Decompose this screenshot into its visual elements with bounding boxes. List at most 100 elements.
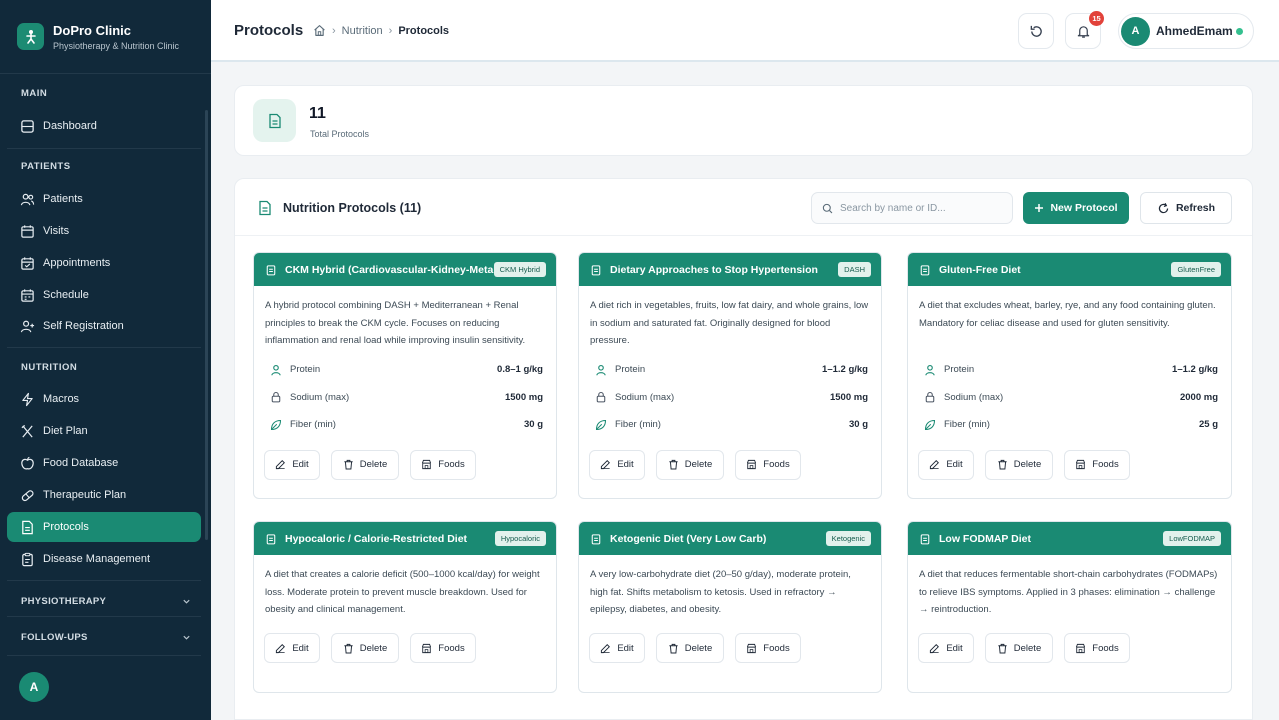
foods-button[interactable]: Foods [1064, 633, 1130, 663]
plus-icon [1035, 204, 1044, 212]
sidebar-item-label: Protocols [43, 521, 89, 533]
sidebar-item-label: Patients [43, 193, 83, 205]
sidebar-scrollbar[interactable] [205, 110, 208, 540]
search-input[interactable] [840, 202, 1000, 214]
macro-label: Protein [290, 364, 321, 376]
delete-button[interactable]: Delete [656, 633, 724, 663]
protocol-actions: Edit Delete Foods [908, 633, 1231, 663]
reload-button[interactable] [1018, 13, 1054, 49]
new-protocol-button[interactable]: New Protocol [1023, 192, 1129, 224]
protocol-title: Hypocaloric / Calorie-Restricted Diet [285, 532, 468, 545]
protocol-card-header: Dietary Approaches to Stop Hypertension … [579, 253, 881, 286]
foods-label: Foods [438, 459, 465, 470]
protocol-actions: Edit Delete Foods [254, 633, 556, 663]
total-protocols-label: Total Protocols [310, 129, 370, 139]
store-icon [1076, 643, 1086, 653]
macro-value: 30 g [523, 419, 543, 431]
edit-button[interactable]: Edit [589, 633, 645, 663]
store-icon [422, 459, 432, 470]
foods-button[interactable]: Foods [1064, 449, 1130, 480]
sidebar-item-protocols[interactable]: Protocols [7, 512, 201, 542]
macro-value: 2000 mg [1179, 391, 1218, 403]
delete-button[interactable]: Delete [331, 633, 399, 663]
delete-button[interactable]: Delete [656, 449, 724, 480]
sidebar-item-diet-plan[interactable]: Diet Plan [7, 416, 201, 446]
sidebar-item-label: Food Database [43, 457, 119, 469]
macro-label: Protein [615, 364, 646, 376]
protocol-description: A diet that reduces fermentable short-ch… [919, 569, 1218, 615]
protocol-actions: Edit Delete Foods [254, 449, 556, 480]
section-label: PHYSIOTHERAPY [21, 595, 107, 607]
refresh-button[interactable]: Refresh [1140, 192, 1232, 224]
person-icon [925, 364, 935, 376]
foods-button[interactable]: Foods [735, 449, 801, 480]
leaf-icon [270, 419, 282, 430]
edit-button[interactable]: Edit [589, 449, 645, 480]
utensils-icon [21, 424, 33, 438]
trash-icon [344, 643, 353, 653]
section-follow-ups-toggle[interactable]: FOLLOW-UPS [0, 626, 211, 648]
protocol-card-header: Hypocaloric / Calorie-Restricted Diet Hy… [254, 522, 556, 555]
protocol-description: A diet rich in vegetables, fruits, low f… [590, 300, 869, 346]
macro-row-fiber: Fiber (min) 25 g [908, 411, 1231, 439]
foods-button[interactable]: Foods [410, 633, 476, 663]
sidebar-item-label: Schedule [43, 289, 89, 301]
protocol-tag: CKM Hybrid [493, 262, 546, 277]
divider [7, 616, 201, 617]
trash-icon [669, 459, 678, 470]
macro-row-sodium: Sodium (max) 1500 mg [254, 384, 556, 412]
sidebar: DoPro Clinic Physiotherapy & Nutrition C… [0, 0, 211, 720]
sidebar-item-macros[interactable]: Macros [7, 384, 201, 414]
foods-button[interactable]: Foods [735, 633, 801, 663]
edit-button[interactable]: Edit [264, 449, 320, 480]
sidebar-item-food-database[interactable]: Food Database [7, 448, 201, 478]
protocol-doc-icon [22, 520, 33, 534]
edit-label: Edit [946, 642, 963, 654]
delete-button[interactable]: Delete [331, 449, 399, 480]
protocol-tag: Ketogenic [825, 531, 871, 546]
brand: DoPro Clinic Physiotherapy & Nutrition C… [0, 0, 211, 74]
section-physiotherapy-toggle[interactable]: PHYSIOTHERAPY [0, 590, 211, 612]
protocol-card-header: CKM Hybrid (Cardiovascular-Kidney-Metabo… [254, 253, 556, 286]
delete-label: Delete [1013, 459, 1042, 470]
edit-button[interactable]: Edit [918, 449, 974, 480]
chevron-down-icon [183, 635, 190, 640]
foods-button[interactable]: Foods [410, 449, 476, 480]
edit-button[interactable]: Edit [918, 633, 974, 663]
sidebar-item-appointments[interactable]: Appointments [7, 248, 201, 278]
sidebar-item-label: Dashboard [43, 120, 97, 132]
macro-label: Sodium (max) [944, 391, 1004, 403]
divider [7, 347, 201, 348]
store-icon [1076, 459, 1086, 470]
notifications-button[interactable]: 15 [1065, 11, 1104, 49]
macro-value: 30 g [848, 419, 868, 431]
delete-button[interactable]: Delete [985, 633, 1053, 663]
macro-label: Protein [944, 364, 975, 376]
sidebar-item-schedule[interactable]: Schedule [7, 280, 201, 310]
macro-label: Sodium (max) [615, 391, 675, 403]
refresh-label: Refresh [1175, 202, 1216, 214]
macro-label: Fiber (min) [290, 419, 336, 431]
sidebar-item-dashboard[interactable]: Dashboard [7, 111, 201, 141]
sidebar-item-visits[interactable]: Visits [7, 216, 201, 246]
sidebar-item-therapeutic-plan[interactable]: Therapeutic Plan [7, 480, 201, 510]
lock-icon [925, 392, 935, 403]
user-name: AhmedEmam [1156, 24, 1233, 38]
edit-button[interactable]: Edit [264, 633, 320, 663]
protocol-title: Dietary Approaches to Stop Hypertension [610, 263, 818, 276]
breadcrumb: › Nutrition › Protocols [313, 24, 449, 37]
schedule-icon [21, 288, 34, 302]
sidebar-item-disease-management[interactable]: Disease Management [7, 544, 201, 574]
pill-icon [21, 489, 34, 501]
sidebar-item-self-registration[interactable]: Self Registration [7, 311, 201, 341]
protocol-tag: Hypocaloric [494, 531, 546, 546]
home-icon[interactable] [313, 24, 326, 37]
macro-row-protein: Protein 0.8–1 g/kg [254, 356, 556, 384]
sidebar-item-patients[interactable]: Patients [7, 184, 201, 214]
edit-icon [930, 643, 940, 653]
user-menu[interactable]: A AhmedEmam [1118, 13, 1254, 49]
breadcrumb-parent[interactable]: Nutrition [342, 25, 383, 37]
delete-button[interactable]: Delete [985, 449, 1053, 480]
calendar-icon [21, 224, 34, 238]
sidebar-avatar[interactable]: A [19, 672, 49, 702]
